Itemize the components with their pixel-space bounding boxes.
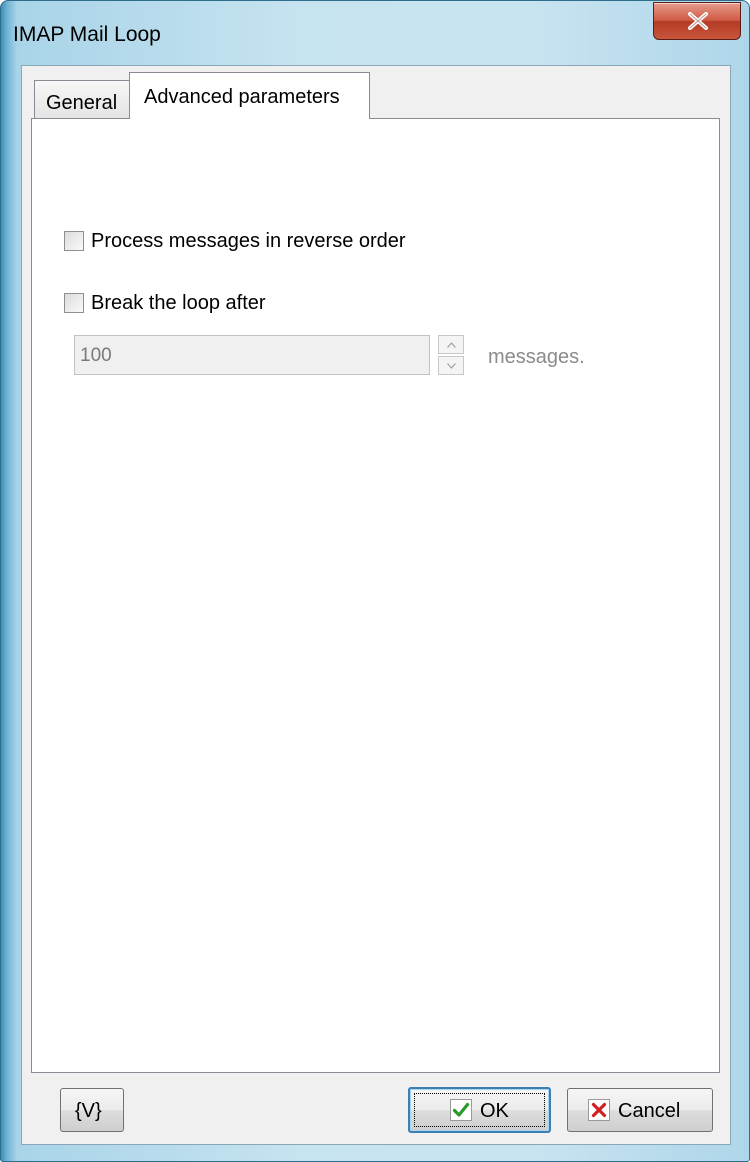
title-bar[interactable]: IMAP Mail Loop (1, 1, 749, 65)
ok-button[interactable]: OK (408, 1087, 551, 1133)
tab-advanced-parameters[interactable]: Advanced parameters (129, 72, 370, 119)
tab-general[interactable]: General (34, 80, 130, 118)
chevron-down-icon (447, 363, 456, 369)
break-loop-label[interactable]: Break the loop after (91, 292, 266, 315)
check-icon (450, 1099, 472, 1121)
spin-up-button[interactable] (438, 335, 464, 354)
window-title: IMAP Mail Loop (13, 23, 161, 46)
close-icon (688, 12, 708, 30)
dialog-client-area: General Advanced parameters Process mess… (21, 65, 731, 1145)
tab-advanced-parameters-label: Advanced parameters (144, 86, 340, 108)
dialog-window: IMAP Mail Loop General Advanced paramete… (0, 0, 750, 1162)
reverse-order-label[interactable]: Process messages in reverse order (91, 230, 406, 253)
cancel-button[interactable]: Cancel (567, 1088, 713, 1132)
tab-general-label: General (46, 92, 118, 114)
spin-down-button[interactable] (438, 356, 464, 375)
cancel-button-label: Cancel (618, 1100, 681, 1122)
messages-suffix-label: messages. (488, 346, 585, 368)
message-count-input[interactable]: 100 (74, 335, 430, 375)
ok-button-label: OK (480, 1100, 509, 1122)
chevron-up-icon (447, 342, 456, 348)
break-loop-checkbox[interactable] (64, 293, 84, 313)
variables-button-label: {V} (75, 1100, 102, 1122)
advanced-parameters-panel: Process messages in reverse order Break … (31, 118, 720, 1073)
variables-button[interactable]: {V} (60, 1088, 124, 1132)
reverse-order-checkbox[interactable] (64, 231, 84, 251)
x-icon (588, 1099, 610, 1121)
close-button[interactable] (653, 2, 741, 40)
